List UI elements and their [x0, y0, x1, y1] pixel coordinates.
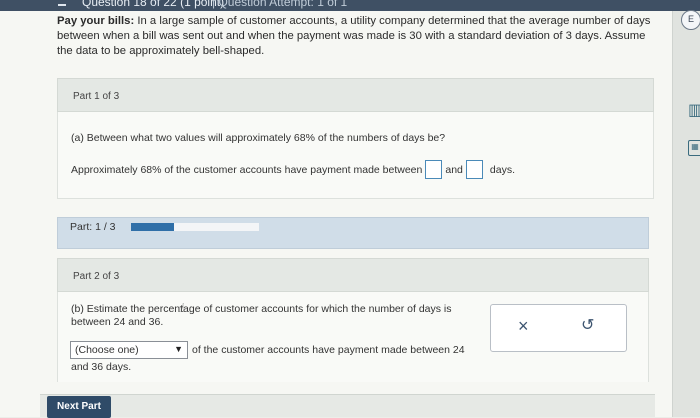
upper-value-input[interactable]	[465, 160, 483, 179]
progress-fill	[131, 223, 174, 231]
undo-button[interactable]: ↺	[581, 316, 594, 336]
chevron-down-icon: ▼	[174, 344, 183, 354]
select-value: (Choose one)	[75, 344, 139, 356]
lower-value-input[interactable]	[425, 160, 443, 179]
calculator-icon[interactable]: ▦	[688, 140, 700, 156]
question-number: Question 18 of 22 (1 point)	[82, 0, 225, 9]
minus-icon[interactable]	[58, 4, 66, 6]
part2-answer-suffix: of the customer accounts have payment ma…	[192, 344, 465, 356]
percentage-select[interactable]: (Choose one) ▼	[70, 341, 188, 359]
part1-answer-prefix: Approximately 68% of the customer accoun…	[71, 163, 423, 176]
part2-question: (b) Estimate the percentage of customer …	[71, 303, 452, 328]
attempt-label: Question Attempt: 1 of 1	[218, 0, 348, 9]
problem-title: Pay your bills:	[57, 15, 135, 27]
header-separator: |	[212, 0, 216, 9]
progress-track	[131, 223, 259, 231]
problem-statement: Pay your bills: In a large sample of cus…	[57, 14, 662, 59]
part2-label: Part 2 of 3	[73, 271, 120, 282]
problem-text: In a large sample of customer accounts, …	[57, 15, 651, 57]
top-bar: Question 18 of 22 (1 point) | Question A…	[0, 0, 700, 11]
answer-tools-box	[490, 304, 627, 352]
part1-answer-row: Approximately 68% of the customer accoun…	[71, 160, 515, 179]
part2-header: Part 2 of 3	[57, 258, 649, 292]
ebook-button[interactable]: E	[681, 10, 700, 30]
part1-answer-suffix: days.	[489, 163, 516, 176]
clear-button[interactable]: ×	[518, 316, 529, 336]
part2-answer-row: (Choose one) ▼ of the customer accounts …	[70, 341, 465, 359]
footer-bar	[40, 394, 655, 417]
part1-header: Part 1 of 3	[57, 78, 654, 112]
next-part-button[interactable]: Next Part	[47, 396, 111, 418]
part-progress-bar	[57, 217, 649, 249]
mouse-cursor-icon: ☝	[178, 301, 186, 315]
part1-question: (a) Between what two values will approxi…	[71, 132, 446, 144]
part2-answer-tail: and 36 days.	[71, 361, 132, 373]
question-attempt: | Question Attempt: 1 of 1	[212, 0, 347, 9]
part1-label: Part 1 of 3	[73, 91, 120, 102]
part1-and: and	[445, 163, 463, 176]
right-tool-strip	[672, 11, 700, 417]
part1-body	[57, 112, 654, 199]
part-progress-label: Part: 1 / 3	[70, 221, 116, 233]
chart-icon[interactable]: ▥	[688, 100, 700, 120]
